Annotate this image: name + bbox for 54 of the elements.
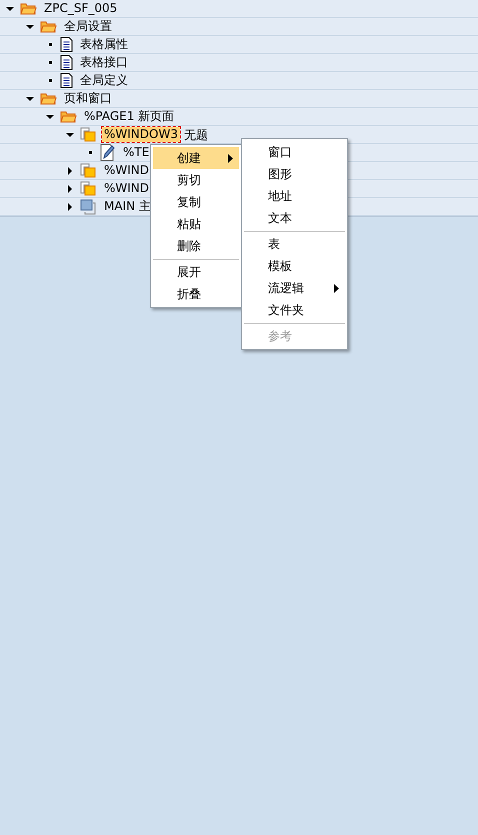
menu-item[interactable]: 表 xyxy=(244,231,345,255)
menu-item[interactable]: 折叠 xyxy=(153,283,239,305)
collapse-arrow[interactable] xyxy=(6,4,14,12)
collapse-arrow[interactable] xyxy=(66,130,74,138)
collapse-arrow[interactable] xyxy=(26,94,34,102)
tree-node-label[interactable]: %WIND xyxy=(102,181,152,196)
tree-node-label[interactable]: 表格接口 xyxy=(78,55,130,70)
menu-item[interactable]: 删除 xyxy=(153,235,239,257)
expand-arrow[interactable] xyxy=(66,166,74,174)
tree-node-label[interactable]: 全局定义 xyxy=(78,73,130,88)
open-folder-icon xyxy=(40,92,57,105)
tree-node-label[interactable]: ZPC_SF_005 xyxy=(42,1,120,16)
open-folder-icon xyxy=(40,20,57,33)
document-icon xyxy=(60,37,73,52)
document-icon xyxy=(60,55,73,70)
expand-arrow[interactable] xyxy=(66,184,74,192)
window-icon xyxy=(80,162,97,178)
tree-node-label[interactable]: 页和窗口 xyxy=(62,91,114,106)
menu-item[interactable]: 流逻辑 xyxy=(244,277,345,299)
submenu-arrow-icon xyxy=(334,284,339,293)
window-icon xyxy=(80,126,97,142)
menu-item[interactable]: 文件夹 xyxy=(244,299,345,321)
menu-item[interactable]: 地址 xyxy=(244,185,345,207)
menu-item[interactable]: 文本 xyxy=(244,207,345,229)
menu-item[interactable]: 模板 xyxy=(244,255,345,277)
menu-item[interactable]: 复制 xyxy=(153,191,239,213)
document-icon xyxy=(60,73,73,88)
node-description: 无题 xyxy=(184,126,208,144)
tree-node-label[interactable]: 全局设置 xyxy=(62,19,114,34)
tree-node-label[interactable]: %WIND xyxy=(102,163,152,178)
collapse-arrow[interactable] xyxy=(46,112,54,120)
menu-item[interactable]: 图形 xyxy=(244,163,345,185)
window-icon xyxy=(80,180,97,196)
menu-item[interactable]: 展开 xyxy=(153,259,239,283)
open-folder-icon xyxy=(60,110,77,123)
tree-node-label[interactable]: %TE xyxy=(121,145,152,160)
bullet-icon xyxy=(48,79,52,82)
tree-node-label[interactable]: %WINDOW3 xyxy=(102,127,180,142)
tree-node-label[interactable]: 表格属性 xyxy=(78,37,130,52)
menu-item[interactable]: 窗口 xyxy=(244,141,345,163)
tree-node-label[interactable]: %PAGE1 新页面 xyxy=(82,109,176,124)
bullet-icon xyxy=(48,61,52,64)
submenu-arrow-icon xyxy=(228,154,233,163)
menu-item[interactable]: 创建 xyxy=(153,147,239,169)
tree-node-label[interactable]: MAIN 主 xyxy=(102,199,153,214)
open-folder-icon xyxy=(20,2,37,15)
expand-arrow[interactable] xyxy=(66,202,74,210)
menu-item[interactable]: 粘贴 xyxy=(153,213,239,235)
main-window-icon xyxy=(80,198,97,214)
bullet-icon xyxy=(88,151,92,154)
pencil-document-icon xyxy=(100,144,116,161)
bullet-icon xyxy=(48,43,52,46)
collapse-arrow[interactable] xyxy=(26,22,34,30)
menu-item[interactable]: 剪切 xyxy=(153,169,239,191)
